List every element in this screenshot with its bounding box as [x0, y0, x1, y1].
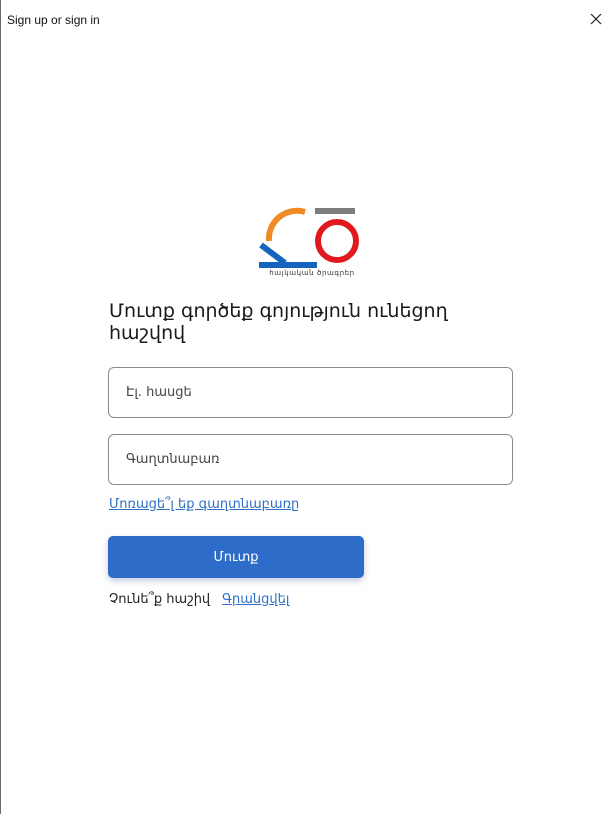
signin-button[interactable]: Մուտք [108, 536, 364, 578]
brand-logo [259, 207, 359, 268]
logo-blue-underline [259, 262, 317, 268]
window-title: Sign up or sign in [7, 13, 100, 27]
close-icon [590, 13, 602, 25]
password-field[interactable] [108, 434, 513, 485]
close-button[interactable] [587, 10, 605, 28]
forgot-password-link[interactable]: Մոռացե՞լ եք գաղտնաբառը [109, 497, 299, 512]
signup-link[interactable]: Գրանցվել [222, 592, 289, 607]
no-account-text: Չունե՞ք հաշիվ [109, 592, 211, 607]
signin-heading: Մուտք գործեք գոյություն ունեցող հաշվով [109, 300, 448, 344]
email-field[interactable] [108, 367, 513, 418]
signin-window: Sign up or sign in հայկական ծրագրեր Մուտ… [0, 0, 609, 814]
logo-caption: հայկական ծրագրեր [269, 269, 355, 277]
signup-row: Չունե՞ք հաշիվ Գրանցվել [109, 592, 289, 607]
logo-blue-bar [259, 242, 287, 266]
logo-orange-arc [265, 207, 306, 242]
logo-gray-bar [315, 208, 355, 214]
password-input[interactable] [109, 435, 512, 484]
email-input[interactable] [109, 368, 512, 417]
logo-red-circle [315, 219, 359, 263]
title-bar: Sign up or sign in [1, 0, 609, 30]
